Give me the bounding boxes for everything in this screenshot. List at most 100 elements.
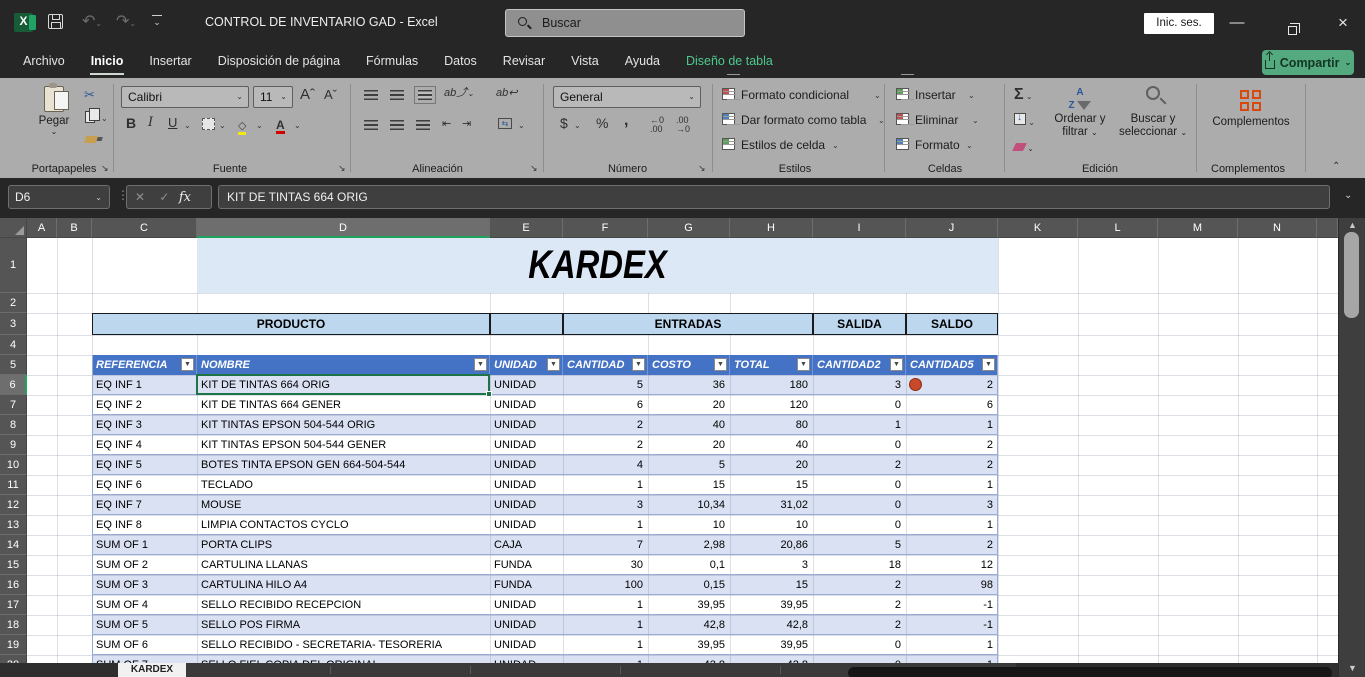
chevron-down-icon[interactable]: ⌄ — [294, 121, 301, 130]
row-header-10[interactable]: 10 — [0, 455, 27, 475]
table-cell[interactable]: 42,8 — [730, 655, 813, 663]
table-cell[interactable]: SUM OF 7 — [92, 655, 197, 663]
table-cell[interactable]: CAJA — [490, 535, 563, 555]
select-all-corner[interactable] — [0, 218, 27, 238]
table-cell[interactable]: UNIDAD — [490, 375, 563, 395]
collapse-ribbon-icon[interactable]: ⌃ — [1332, 161, 1340, 172]
ribbon-tab-revisar[interactable]: Revisar — [490, 46, 558, 78]
enter-icon[interactable]: ✓ — [159, 190, 169, 204]
table-cell[interactable]: 0 — [813, 475, 906, 495]
table-cell[interactable]: SUM OF 1 — [92, 535, 197, 555]
vertical-scrollbar[interactable]: ▲ ▼ — [1338, 218, 1365, 677]
align-middle-icon[interactable] — [390, 90, 404, 100]
table-cell[interactable]: 42,8 — [730, 615, 813, 635]
table-cell[interactable]: 2,98 — [648, 535, 730, 555]
table-cell[interactable]: 1 — [563, 595, 648, 615]
table-cell[interactable]: UNIDAD — [490, 635, 563, 655]
align-left-icon[interactable] — [364, 120, 378, 130]
row-header-8[interactable]: 8 — [0, 415, 27, 435]
table-cell[interactable]: 2 — [813, 455, 906, 475]
table-cell[interactable]: SUM OF 3 — [92, 575, 197, 595]
accounting-format-icon[interactable]: $ — [560, 116, 568, 130]
quick-access-toolbar-menu-icon[interactable]: ⌄ — [152, 15, 162, 26]
table-cell[interactable]: UNIDAD — [490, 475, 563, 495]
undo-icon[interactable]: ↶⌄ — [82, 11, 102, 31]
table-header-cantidad5[interactable]: CANTIDAD5▼ — [906, 355, 998, 375]
table-cell[interactable]: 1 — [813, 415, 906, 435]
filter-icon[interactable]: ▼ — [632, 358, 645, 371]
table-cell[interactable]: -1 — [906, 595, 998, 615]
table-cell[interactable]: UNIDAD — [490, 655, 563, 663]
paste-button[interactable]: Pegar ⌄ — [32, 86, 76, 136]
ribbon-tab-vista[interactable]: Vista — [558, 46, 612, 78]
table-cell[interactable]: 0 — [813, 635, 906, 655]
bold-button[interactable]: B — [126, 116, 136, 130]
ribbon-tab-insertar[interactable]: Insertar — [136, 46, 204, 78]
table-cell[interactable]: 10 — [648, 515, 730, 535]
table-header-cantidad2[interactable]: CANTIDAD2▼ — [813, 355, 906, 375]
row-header-3[interactable]: 3 — [0, 313, 27, 335]
chevron-down-icon[interactable]: ⌄ — [256, 121, 263, 130]
table-cell[interactable]: 20,86 — [730, 535, 813, 555]
table-cell[interactable]: BOTES TINTA EPSON GEN 664-504-544 — [197, 455, 490, 475]
formula-input[interactable]: KIT DE TINTAS 664 ORIG — [218, 185, 1330, 209]
table-cell[interactable]: UNIDAD — [490, 415, 563, 435]
row-header-5[interactable]: 5 — [0, 355, 27, 375]
comma-style-icon[interactable]: , — [624, 114, 628, 128]
scroll-up-icon[interactable]: ▲ — [1339, 220, 1365, 230]
table-cell[interactable]: EQ INF 7 — [92, 495, 197, 515]
table-cell[interactable]: 2 — [813, 575, 906, 595]
filter-icon[interactable]: ▼ — [474, 358, 487, 371]
fill-color-icon[interactable]: ◇ — [238, 116, 246, 135]
ribbon-tab-fórmulas[interactable]: Fórmulas — [353, 46, 431, 78]
decrease-indent-icon[interactable]: ⇤ — [442, 117, 451, 131]
scroll-down-icon[interactable]: ▼ — [1339, 663, 1365, 673]
fill-handle[interactable] — [486, 391, 492, 397]
percent-style-icon[interactable]: % — [596, 116, 608, 130]
row-header-11[interactable]: 11 — [0, 475, 27, 495]
table-cell[interactable]: SUM OF 2 — [92, 555, 197, 575]
row-header-15[interactable]: 15 — [0, 555, 27, 575]
number-dialog-launcher-icon[interactable]: ↘ — [698, 163, 706, 174]
table-cell[interactable]: CARTULINA HILO A4 — [197, 575, 490, 595]
row-header-12[interactable]: 12 — [0, 495, 27, 515]
row-header-7[interactable]: 7 — [0, 395, 27, 415]
table-cell[interactable]: 2 — [906, 455, 998, 475]
table-cell[interactable]: 12 — [906, 555, 998, 575]
column-header-B[interactable]: B — [57, 218, 92, 238]
column-header-F[interactable]: F — [563, 218, 648, 238]
table-cell[interactable]: 1 — [563, 615, 648, 635]
table-cell[interactable]: UNIDAD — [490, 615, 563, 635]
row-header-20[interactable]: 20 — [0, 655, 27, 663]
increase-indent-icon[interactable]: ⇥ — [462, 117, 471, 131]
table-cell[interactable]: 5 — [563, 375, 648, 395]
ribbon-tab-datos[interactable]: Datos — [431, 46, 490, 78]
alignment-dialog-launcher-icon[interactable]: ↘ — [530, 163, 538, 174]
filter-icon[interactable]: ▼ — [714, 358, 727, 371]
sign-in-button[interactable]: Inic. ses. — [1144, 13, 1214, 34]
table-cell[interactable]: UNIDAD — [490, 435, 563, 455]
sort-filter-button[interactable]: AZ Ordenar y filtrar ⌄ — [1048, 86, 1112, 139]
table-cell[interactable]: 1 — [906, 475, 998, 495]
table-cell[interactable]: 98 — [906, 575, 998, 595]
font-name-select[interactable]: Calibri⌄ — [121, 86, 249, 108]
table-cell[interactable]: 0,1 — [648, 555, 730, 575]
font-dialog-launcher-icon[interactable]: ↘ — [338, 163, 346, 174]
table-cell[interactable]: 2 — [906, 435, 998, 455]
table-cell[interactable]: CARTULINA LLANAS — [197, 555, 490, 575]
column-header-D[interactable]: D — [197, 218, 490, 238]
decrease-decimal-icon[interactable]: .00→0 — [676, 116, 690, 134]
horizontal-scrollbar-thumb[interactable] — [848, 667, 1332, 677]
expand-formula-bar-icon[interactable]: ⌄ — [1344, 190, 1352, 201]
table-cell[interactable]: 20 — [730, 455, 813, 475]
column-header-J[interactable]: J — [906, 218, 998, 238]
table-cell[interactable]: 100 — [563, 575, 648, 595]
table-cell[interactable]: 3 — [906, 495, 998, 515]
row-header-9[interactable]: 9 — [0, 435, 27, 455]
align-center-icon[interactable] — [390, 120, 404, 130]
column-header-C[interactable]: C — [92, 218, 197, 238]
table-cell[interactable]: EQ INF 5 — [92, 455, 197, 475]
table-cell[interactable]: 1 — [906, 415, 998, 435]
restore-button[interactable] — [1277, 8, 1307, 38]
table-cell[interactable]: UNIDAD — [490, 395, 563, 415]
